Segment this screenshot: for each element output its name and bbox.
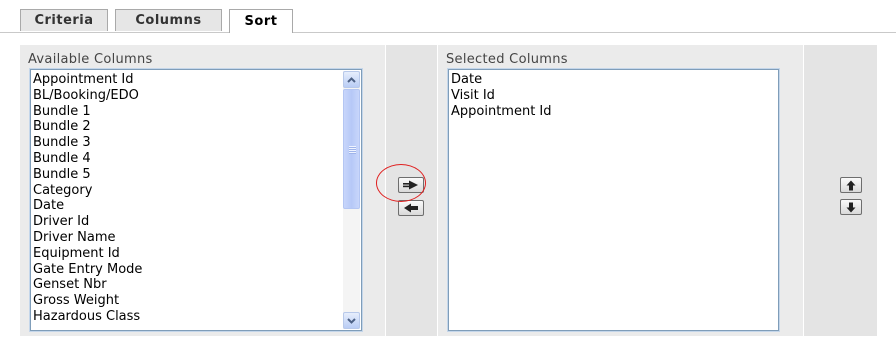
list-item[interactable]: BL/Booking/EDO: [33, 88, 341, 104]
selected-columns-list[interactable]: Date Visit Id Appointment Id: [447, 68, 780, 332]
list-item[interactable]: Genset Nbr: [33, 277, 341, 293]
available-scrollbar[interactable]: [343, 71, 360, 329]
selected-columns-title: Selected Columns: [446, 52, 568, 67]
list-item[interactable]: Appointment Id: [33, 72, 341, 88]
available-columns-title: Available Columns: [28, 52, 153, 67]
selected-columns-panel: Selected Columns Date Visit Id Appointment…: [438, 45, 803, 336]
available-items: Appointment Id BL/Booking/EDO Bundle 1 Bund…: [33, 72, 341, 325]
up-arrow-icon: [846, 180, 856, 190]
scroll-up-button[interactable]: [343, 71, 360, 88]
down-arrow-icon: [846, 202, 856, 212]
move-down-button[interactable]: [840, 199, 862, 215]
list-item[interactable]: Driver Name: [33, 230, 341, 246]
tab-sort[interactable]: Sort: [229, 9, 293, 33]
chevron-up-icon: [347, 76, 356, 83]
list-item[interactable]: Category: [33, 183, 341, 199]
list-item[interactable]: Date: [451, 72, 758, 88]
list-item[interactable]: Bundle 3: [33, 135, 341, 151]
left-arrow-icon: [404, 203, 418, 213]
list-item[interactable]: Equipment Id: [33, 246, 341, 262]
list-item[interactable]: Bundle 2: [33, 119, 341, 135]
list-item[interactable]: Gross Weight: [33, 293, 341, 309]
available-columns-list[interactable]: Appointment Id BL/Booking/EDO Bundle 1 Bund…: [29, 68, 363, 332]
tab-bar: Criteria Columns Sort: [0, 0, 896, 34]
list-item[interactable]: Bundle 4: [33, 151, 341, 167]
tab-divider: [0, 32, 896, 33]
list-item[interactable]: Gate Entry Mode: [33, 262, 341, 278]
move-up-button[interactable]: [840, 177, 862, 193]
list-item[interactable]: Appointment Id: [451, 104, 758, 120]
available-columns-panel: Available Columns Appointment Id BL/Booki…: [20, 45, 385, 336]
list-item[interactable]: Bundle 1: [33, 104, 341, 120]
tab-criteria[interactable]: Criteria: [20, 9, 108, 31]
list-item[interactable]: Driver Id: [33, 214, 341, 230]
highlight-ring: [376, 164, 426, 202]
scroll-down-button[interactable]: [343, 312, 360, 329]
list-item[interactable]: Date: [33, 198, 341, 214]
list-item[interactable]: Visit Id: [451, 88, 758, 104]
list-item[interactable]: Hazardous Class: [33, 309, 341, 325]
list-item[interactable]: Bundle 5: [33, 167, 341, 183]
chevron-down-icon: [347, 317, 356, 324]
selected-items: Date Visit Id Appointment Id: [451, 72, 758, 119]
scroll-thumb[interactable]: [343, 89, 360, 209]
reorder-panel: [804, 45, 877, 336]
remove-column-button[interactable]: [398, 200, 424, 216]
tab-columns[interactable]: Columns: [115, 9, 222, 31]
